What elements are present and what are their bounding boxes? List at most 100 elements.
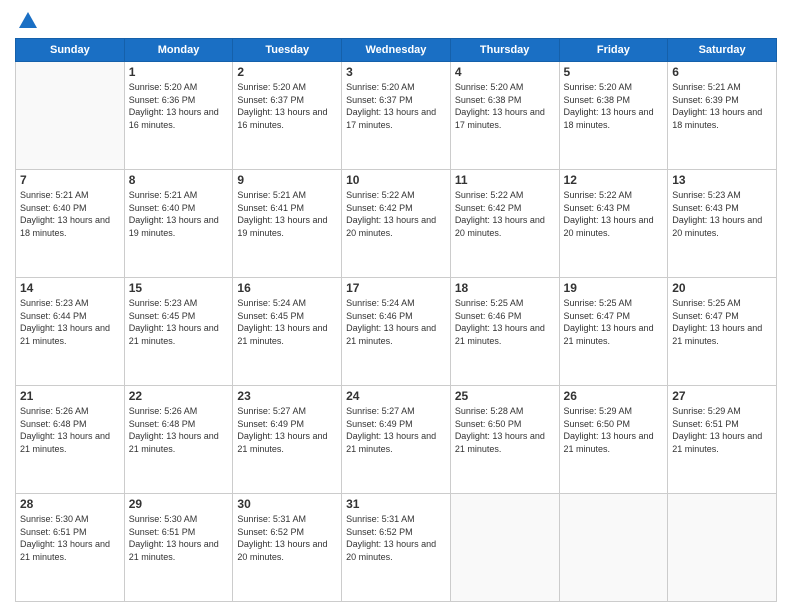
day-number: 4: [455, 65, 555, 79]
calendar-week-4: 21 Sunrise: 5:26 AMSunset: 6:48 PMDaylig…: [16, 386, 777, 494]
sun-info: Sunrise: 5:25 AMSunset: 6:47 PMDaylight:…: [672, 297, 772, 347]
calendar-cell: 27 Sunrise: 5:29 AMSunset: 6:51 PMDaylig…: [668, 386, 777, 494]
calendar-header-sunday: Sunday: [16, 39, 125, 62]
sun-info: Sunrise: 5:20 AMSunset: 6:37 PMDaylight:…: [237, 81, 337, 131]
day-number: 3: [346, 65, 446, 79]
calendar-cell: 10 Sunrise: 5:22 AMSunset: 6:42 PMDaylig…: [342, 170, 451, 278]
day-number: 15: [129, 281, 229, 295]
sun-info: Sunrise: 5:24 AMSunset: 6:46 PMDaylight:…: [346, 297, 446, 347]
calendar-cell: 20 Sunrise: 5:25 AMSunset: 6:47 PMDaylig…: [668, 278, 777, 386]
day-number: 19: [564, 281, 664, 295]
calendar-cell: 19 Sunrise: 5:25 AMSunset: 6:47 PMDaylig…: [559, 278, 668, 386]
sun-info: Sunrise: 5:21 AMSunset: 6:41 PMDaylight:…: [237, 189, 337, 239]
sun-info: Sunrise: 5:24 AMSunset: 6:45 PMDaylight:…: [237, 297, 337, 347]
calendar-cell: 2 Sunrise: 5:20 AMSunset: 6:37 PMDayligh…: [233, 62, 342, 170]
calendar-cell: 11 Sunrise: 5:22 AMSunset: 6:42 PMDaylig…: [450, 170, 559, 278]
sun-info: Sunrise: 5:31 AMSunset: 6:52 PMDaylight:…: [237, 513, 337, 563]
sun-info: Sunrise: 5:22 AMSunset: 6:42 PMDaylight:…: [455, 189, 555, 239]
calendar-cell: 6 Sunrise: 5:21 AMSunset: 6:39 PMDayligh…: [668, 62, 777, 170]
logo: [15, 10, 39, 30]
day-number: 11: [455, 173, 555, 187]
calendar-cell: 9 Sunrise: 5:21 AMSunset: 6:41 PMDayligh…: [233, 170, 342, 278]
calendar-cell: 23 Sunrise: 5:27 AMSunset: 6:49 PMDaylig…: [233, 386, 342, 494]
calendar-cell: 15 Sunrise: 5:23 AMSunset: 6:45 PMDaylig…: [124, 278, 233, 386]
calendar-week-2: 7 Sunrise: 5:21 AMSunset: 6:40 PMDayligh…: [16, 170, 777, 278]
calendar-cell: [559, 494, 668, 602]
calendar-cell: 13 Sunrise: 5:23 AMSunset: 6:43 PMDaylig…: [668, 170, 777, 278]
calendar-header-thursday: Thursday: [450, 39, 559, 62]
calendar-header-friday: Friday: [559, 39, 668, 62]
day-number: 30: [237, 497, 337, 511]
calendar-header-tuesday: Tuesday: [233, 39, 342, 62]
day-number: 17: [346, 281, 446, 295]
sun-info: Sunrise: 5:21 AMSunset: 6:39 PMDaylight:…: [672, 81, 772, 131]
calendar-cell: 24 Sunrise: 5:27 AMSunset: 6:49 PMDaylig…: [342, 386, 451, 494]
calendar-cell: 25 Sunrise: 5:28 AMSunset: 6:50 PMDaylig…: [450, 386, 559, 494]
sun-info: Sunrise: 5:30 AMSunset: 6:51 PMDaylight:…: [129, 513, 229, 563]
calendar-cell: [16, 62, 125, 170]
calendar-header-monday: Monday: [124, 39, 233, 62]
sun-info: Sunrise: 5:20 AMSunset: 6:37 PMDaylight:…: [346, 81, 446, 131]
day-number: 2: [237, 65, 337, 79]
calendar-cell: 29 Sunrise: 5:30 AMSunset: 6:51 PMDaylig…: [124, 494, 233, 602]
sun-info: Sunrise: 5:23 AMSunset: 6:45 PMDaylight:…: [129, 297, 229, 347]
calendar-body: 1 Sunrise: 5:20 AMSunset: 6:36 PMDayligh…: [16, 62, 777, 602]
calendar-cell: 14 Sunrise: 5:23 AMSunset: 6:44 PMDaylig…: [16, 278, 125, 386]
calendar-cell: 31 Sunrise: 5:31 AMSunset: 6:52 PMDaylig…: [342, 494, 451, 602]
day-number: 12: [564, 173, 664, 187]
calendar-header-saturday: Saturday: [668, 39, 777, 62]
calendar-cell: 7 Sunrise: 5:21 AMSunset: 6:40 PMDayligh…: [16, 170, 125, 278]
calendar-table: SundayMondayTuesdayWednesdayThursdayFrid…: [15, 38, 777, 602]
day-number: 13: [672, 173, 772, 187]
calendar-week-3: 14 Sunrise: 5:23 AMSunset: 6:44 PMDaylig…: [16, 278, 777, 386]
day-number: 29: [129, 497, 229, 511]
day-number: 1: [129, 65, 229, 79]
sun-info: Sunrise: 5:28 AMSunset: 6:50 PMDaylight:…: [455, 405, 555, 455]
sun-info: Sunrise: 5:21 AMSunset: 6:40 PMDaylight:…: [129, 189, 229, 239]
day-number: 26: [564, 389, 664, 403]
header: [15, 10, 777, 30]
day-number: 25: [455, 389, 555, 403]
day-number: 23: [237, 389, 337, 403]
day-number: 31: [346, 497, 446, 511]
sun-info: Sunrise: 5:23 AMSunset: 6:43 PMDaylight:…: [672, 189, 772, 239]
sun-info: Sunrise: 5:21 AMSunset: 6:40 PMDaylight:…: [20, 189, 120, 239]
sun-info: Sunrise: 5:26 AMSunset: 6:48 PMDaylight:…: [20, 405, 120, 455]
sun-info: Sunrise: 5:22 AMSunset: 6:42 PMDaylight:…: [346, 189, 446, 239]
sun-info: Sunrise: 5:29 AMSunset: 6:51 PMDaylight:…: [672, 405, 772, 455]
day-number: 10: [346, 173, 446, 187]
day-number: 22: [129, 389, 229, 403]
page: SundayMondayTuesdayWednesdayThursdayFrid…: [0, 0, 792, 612]
day-number: 20: [672, 281, 772, 295]
day-number: 28: [20, 497, 120, 511]
sun-info: Sunrise: 5:20 AMSunset: 6:38 PMDaylight:…: [455, 81, 555, 131]
day-number: 14: [20, 281, 120, 295]
sun-info: Sunrise: 5:30 AMSunset: 6:51 PMDaylight:…: [20, 513, 120, 563]
calendar-cell: 1 Sunrise: 5:20 AMSunset: 6:36 PMDayligh…: [124, 62, 233, 170]
day-number: 5: [564, 65, 664, 79]
calendar-week-1: 1 Sunrise: 5:20 AMSunset: 6:36 PMDayligh…: [16, 62, 777, 170]
sun-info: Sunrise: 5:20 AMSunset: 6:36 PMDaylight:…: [129, 81, 229, 131]
calendar-header-row: SundayMondayTuesdayWednesdayThursdayFrid…: [16, 39, 777, 62]
sun-info: Sunrise: 5:25 AMSunset: 6:46 PMDaylight:…: [455, 297, 555, 347]
day-number: 16: [237, 281, 337, 295]
sun-info: Sunrise: 5:27 AMSunset: 6:49 PMDaylight:…: [346, 405, 446, 455]
sun-info: Sunrise: 5:27 AMSunset: 6:49 PMDaylight:…: [237, 405, 337, 455]
calendar-cell: 8 Sunrise: 5:21 AMSunset: 6:40 PMDayligh…: [124, 170, 233, 278]
sun-info: Sunrise: 5:22 AMSunset: 6:43 PMDaylight:…: [564, 189, 664, 239]
day-number: 27: [672, 389, 772, 403]
sun-info: Sunrise: 5:20 AMSunset: 6:38 PMDaylight:…: [564, 81, 664, 131]
calendar-cell: 16 Sunrise: 5:24 AMSunset: 6:45 PMDaylig…: [233, 278, 342, 386]
calendar-cell: 26 Sunrise: 5:29 AMSunset: 6:50 PMDaylig…: [559, 386, 668, 494]
calendar-cell: 3 Sunrise: 5:20 AMSunset: 6:37 PMDayligh…: [342, 62, 451, 170]
day-number: 18: [455, 281, 555, 295]
calendar-cell: 17 Sunrise: 5:24 AMSunset: 6:46 PMDaylig…: [342, 278, 451, 386]
calendar-cell: 18 Sunrise: 5:25 AMSunset: 6:46 PMDaylig…: [450, 278, 559, 386]
day-number: 21: [20, 389, 120, 403]
calendar-cell: 12 Sunrise: 5:22 AMSunset: 6:43 PMDaylig…: [559, 170, 668, 278]
day-number: 9: [237, 173, 337, 187]
sun-info: Sunrise: 5:29 AMSunset: 6:50 PMDaylight:…: [564, 405, 664, 455]
day-number: 6: [672, 65, 772, 79]
sun-info: Sunrise: 5:23 AMSunset: 6:44 PMDaylight:…: [20, 297, 120, 347]
calendar-cell: [668, 494, 777, 602]
